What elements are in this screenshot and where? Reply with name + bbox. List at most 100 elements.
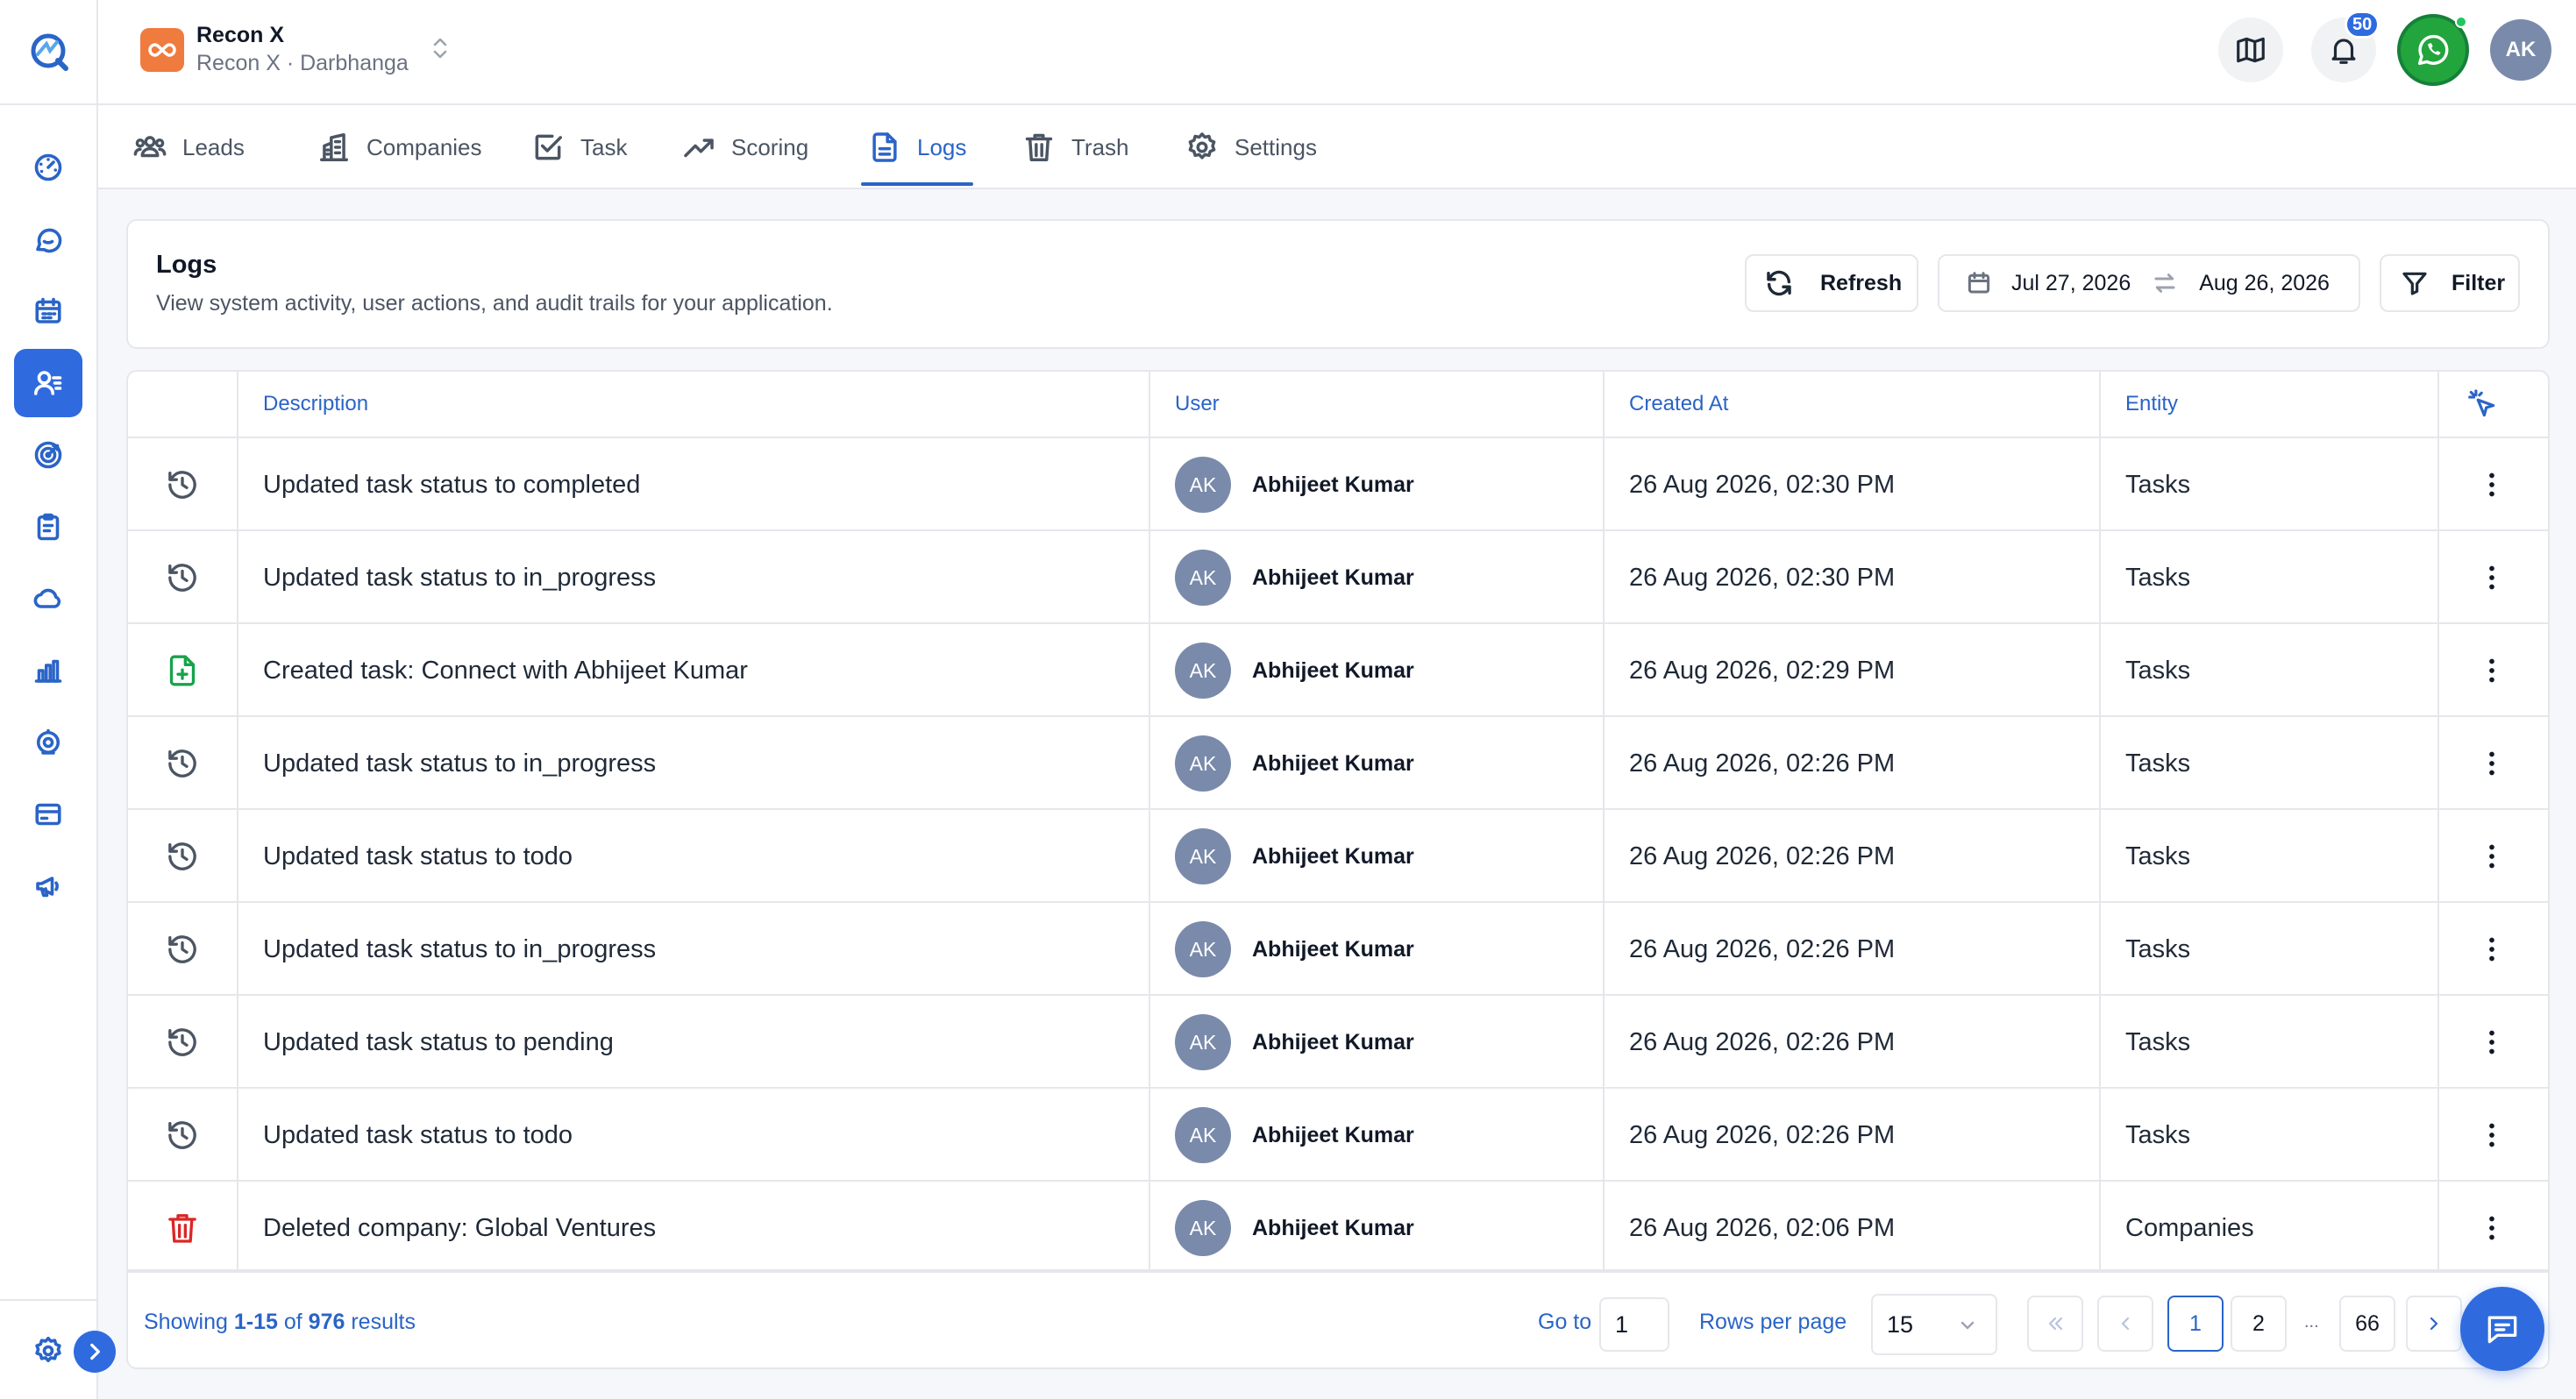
log-user: AK Abhijeet Kumar [1175, 624, 1414, 717]
tab-companies[interactable]: Companies [317, 105, 482, 189]
avatar: AK [1175, 457, 1231, 513]
sidebar-item-cloud[interactable] [14, 565, 82, 633]
history-icon [168, 1028, 196, 1056]
row-actions-button[interactable] [2474, 746, 2509, 781]
sidebar-item-calendar[interactable] [14, 277, 82, 345]
log-type-icon [165, 746, 200, 781]
row-actions-button[interactable] [2474, 467, 2509, 502]
page-button-2[interactable]: 2 [2231, 1296, 2287, 1352]
pointer-click-icon [2468, 389, 2495, 417]
sidebar-item-crm[interactable] [14, 349, 82, 417]
tab-scoring[interactable]: Scoring [682, 105, 808, 189]
column-settings-button[interactable] [2466, 372, 2499, 437]
row-actions-button[interactable] [2474, 1118, 2509, 1153]
sidebar-item-clipboard[interactable] [14, 493, 82, 561]
table-row[interactable]: Deleted company: Global Ventures AK Abhije… [128, 1182, 2548, 1269]
table-row[interactable]: Updated task status to todo AK Abhijeet Ku… [128, 1089, 2548, 1182]
logs-header-card: Logs View system activity, user actions,… [126, 219, 2550, 349]
row-actions-button[interactable] [2474, 932, 2509, 967]
row-actions-button[interactable] [2474, 560, 2509, 595]
page-button-last[interactable]: 66 [2339, 1296, 2395, 1352]
log-description: Updated task status to pending [263, 1027, 614, 1056]
log-created-at: 26 Aug 2026, 02:06 PM [1629, 1213, 1896, 1242]
map-button[interactable] [2218, 18, 2283, 82]
goto-page-input[interactable] [1599, 1297, 1669, 1352]
support-chat-button[interactable] [2460, 1287, 2544, 1371]
sidebar-item-dashboard[interactable] [14, 133, 82, 202]
tab-leads[interactable]: Leads [133, 105, 245, 189]
next-page-button[interactable] [2406, 1296, 2462, 1352]
table-row[interactable]: Updated task status to pending AK Abhijeet… [128, 996, 2548, 1089]
trend-icon [684, 138, 714, 158]
avatar: AK [1175, 550, 1231, 606]
tab-trash[interactable]: Trash [1022, 105, 1129, 189]
filter-button[interactable]: Filter [2380, 254, 2520, 312]
page-title: Logs [156, 251, 217, 279]
log-created-at: 26 Aug 2026, 02:30 PM [1629, 563, 1896, 592]
sidebar-item-campaigns[interactable] [14, 852, 82, 920]
log-description: Deleted company: Global Ventures [263, 1213, 657, 1242]
table-row[interactable]: Updated task status to todo AK Abhijeet Ku… [128, 810, 2548, 903]
log-type-icon [165, 1118, 200, 1153]
row-actions-button[interactable] [2474, 1025, 2509, 1060]
history-icon [168, 1121, 196, 1149]
sidebar-item-targets[interactable] [14, 421, 82, 489]
map-icon [2237, 37, 2265, 63]
column-header-created-at[interactable]: Created At [1629, 372, 1728, 437]
table-row[interactable]: Updated task status to in_progress AK Abhi… [128, 717, 2548, 810]
sidebar [0, 0, 98, 1399]
row-actions-button[interactable] [2474, 653, 2509, 688]
tab-logs[interactable]: Logs [868, 105, 966, 189]
log-description: Created task: Connect with Abhijeet Kuma… [263, 656, 748, 685]
megaphone-icon [36, 877, 59, 898]
log-created-at: 26 Aug 2026, 02:26 PM [1629, 934, 1896, 963]
rows-per-page-select[interactable]: 15 [1871, 1294, 1997, 1355]
sidebar-item-billing[interactable] [14, 780, 82, 849]
bar-chart-icon [34, 659, 62, 683]
first-page-button[interactable] [2027, 1296, 2083, 1352]
more-vertical-icon [2489, 751, 2494, 776]
column-header-entity[interactable]: Entity [2125, 372, 2178, 437]
user-name: Abhijeet Kumar [1252, 1122, 1414, 1147]
row-actions-button[interactable] [2474, 1211, 2509, 1246]
log-type-icon [165, 560, 200, 595]
log-user: AK Abhijeet Kumar [1175, 717, 1414, 810]
app-logo[interactable] [0, 0, 98, 105]
sidebar-item-camera[interactable] [14, 708, 82, 777]
sidebar-item-analytics[interactable] [14, 636, 82, 705]
log-description: Updated task status to in_progress [263, 749, 657, 778]
page-button-1[interactable]: 1 [2167, 1296, 2224, 1352]
swap-arrows-icon [2154, 273, 2175, 293]
table-row[interactable]: Updated task status to completed AK Abhije… [128, 438, 2548, 531]
sidebar-expand-button[interactable] [74, 1331, 116, 1373]
filter-icon [2402, 272, 2427, 295]
log-user: AK Abhijeet Kumar [1175, 1182, 1414, 1269]
table-row[interactable]: Updated task status to in_progress AK Abhi… [128, 531, 2548, 624]
log-created-at: 26 Aug 2026, 02:30 PM [1629, 470, 1896, 499]
refresh-button[interactable]: Refresh [1745, 254, 1918, 312]
tab-settings[interactable]: Settings [1185, 105, 1317, 189]
log-created-at: 26 Aug 2026, 02:29 PM [1629, 656, 1896, 685]
target-icon [34, 441, 62, 469]
table-row[interactable]: Created task: Connect with Abhijeet Kuma… [128, 624, 2548, 717]
log-type-icon [165, 1025, 200, 1060]
table-row[interactable]: Updated task status to in_progress AK Abhi… [128, 903, 2548, 996]
date-range-picker[interactable]: Jul 27, 2026 Aug 26, 2026 [1938, 254, 2360, 312]
gear-icon [35, 1336, 61, 1363]
previous-page-button[interactable] [2097, 1296, 2153, 1352]
file-plus-icon [169, 655, 196, 686]
clipboard-icon [37, 513, 60, 541]
sidebar-item-settings[interactable] [14, 1317, 82, 1385]
user-avatar[interactable]: AK [2490, 19, 2551, 81]
org-switcher[interactable] [430, 35, 451, 66]
column-header-user[interactable]: User [1175, 372, 1220, 437]
notification-count-badge: 50 [2345, 11, 2380, 39]
avatar: AK [1175, 643, 1231, 699]
row-actions-button[interactable] [2474, 839, 2509, 874]
sidebar-item-chat[interactable] [14, 206, 82, 274]
date-to: Aug 26, 2026 [2199, 270, 2330, 295]
calendar-icon [35, 297, 61, 323]
tab-task[interactable]: Task [531, 105, 627, 189]
log-created-at: 26 Aug 2026, 02:26 PM [1629, 842, 1896, 870]
column-header-description[interactable]: Description [263, 372, 368, 437]
